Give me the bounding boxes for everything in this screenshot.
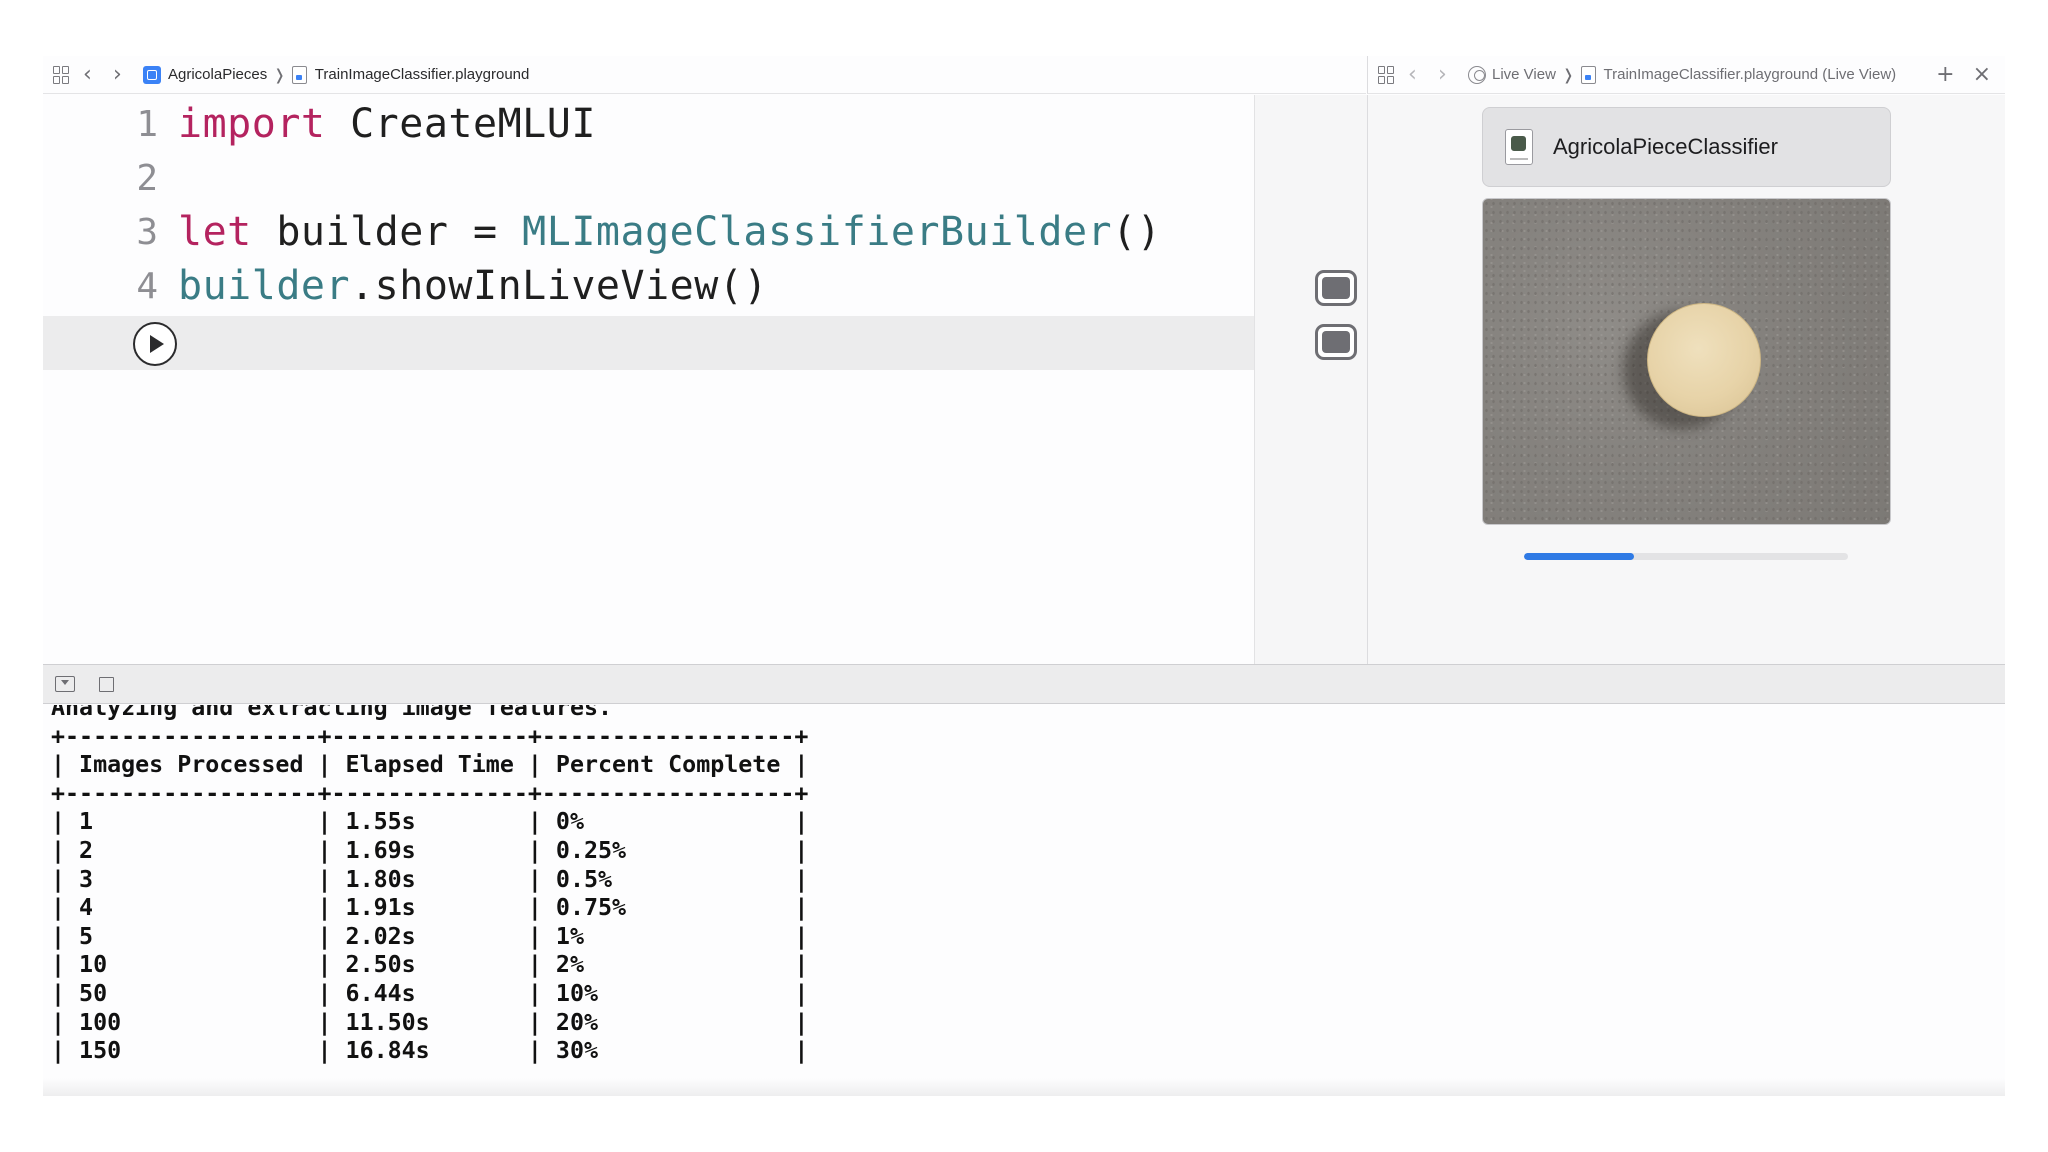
back-chevron-icon[interactable]: ‹	[83, 63, 103, 85]
code-token-keyword: let	[178, 209, 252, 255]
close-editor-icon[interactable]: ×	[1973, 64, 1991, 86]
console-status-line: Analyzing and extracting image features.	[51, 705, 613, 721]
console-table-line: | 150 | 16.84s | 30% |	[51, 1037, 809, 1065]
model-name: AgricolaPieceClassifier	[1553, 134, 1778, 159]
console-toggle-icon[interactable]	[99, 676, 114, 692]
breadcrumb-file[interactable]: TrainImageClassifier.playground	[291, 65, 530, 84]
console-table-line: +------------------+--------------+-----…	[51, 722, 809, 750]
project-icon	[143, 65, 161, 84]
training-progress-bar	[1524, 553, 1848, 560]
wooden-game-piece	[1647, 303, 1761, 417]
related-items-grid-icon[interactable]	[1378, 65, 1396, 84]
console-table-line: | 50 | 6.44s | 10% |	[51, 979, 809, 1007]
result-view-icon	[1322, 277, 1350, 299]
xcode-playground-window: ‹ › AgricolaPieces ❭ TrainImageClassifie…	[43, 56, 2005, 1096]
editor-jump-bar: ‹ › AgricolaPieces ❭ TrainImageClassifie…	[43, 56, 1366, 94]
related-items-grid-icon[interactable]	[53, 65, 71, 84]
run-playground-button[interactable]	[133, 322, 177, 366]
current-line-run-row	[43, 316, 1254, 370]
breadcrumb-separator-icon: ❭	[273, 65, 286, 84]
forward-chevron-icon[interactable]: ›	[1438, 63, 1458, 85]
quick-look-result-button[interactable]	[1315, 324, 1357, 360]
console-table-line: | 10 | 2.50s | 2% |	[51, 951, 809, 979]
code-token: ()	[1112, 209, 1162, 255]
code-text: import CreateMLUI	[178, 101, 596, 147]
code-token: builder =	[251, 209, 523, 255]
code-token: CreateMLUI	[325, 101, 596, 147]
breadcrumb-live-view-file[interactable]: TrainImageClassifier.playground (Live Vi…	[1580, 65, 1897, 84]
code-line[interactable]: 1 import CreateMLUI	[43, 97, 1254, 151]
hide-debug-area-icon[interactable]	[55, 676, 75, 692]
breadcrumb-file-label: TrainImageClassifier.playground	[314, 66, 530, 83]
breadcrumb-project[interactable]: AgricolaPieces	[143, 65, 268, 84]
forward-chevron-icon[interactable]: ›	[113, 63, 133, 85]
back-chevron-icon[interactable]: ‹	[1408, 63, 1428, 85]
console-table-line: | 2 | 1.69s | 0.25% |	[51, 836, 809, 864]
breadcrumb-separator-icon: ❭	[1561, 65, 1575, 84]
code-text: builder.showInLiveView()	[178, 263, 768, 309]
source-editor[interactable]: 1 import CreateMLUI 2 3 let builder = ML…	[43, 95, 1254, 664]
live-view-icon	[1468, 65, 1486, 84]
training-image-preview	[1482, 198, 1891, 525]
playground-file-icon	[1580, 65, 1596, 84]
console-output[interactable]: Analyzing and extracting image features.…	[43, 705, 2005, 1096]
console-table-line: | 3 | 1.80s | 0.5% |	[51, 865, 809, 893]
live-view-panel: AgricolaPieceClassifier	[1367, 95, 2005, 664]
results-sidebar	[1254, 95, 1367, 664]
breadcrumb-live-view-file-label: TrainImageClassifier.playground (Live Vi…	[1603, 66, 1897, 83]
training-progress-fill	[1524, 553, 1635, 560]
live-view-jump-bar: ‹ › Live View ❭ TrainImageClassifier.pla…	[1367, 56, 2005, 94]
result-view-icon	[1322, 331, 1350, 353]
code-token: .showInLiveView()	[350, 263, 768, 309]
console-table-line: | 1 | 1.55s | 0% |	[51, 808, 809, 836]
line-number: 1	[136, 103, 158, 145]
code-token-keyword: import	[178, 101, 326, 147]
console-table-line: | Images Processed | Elapsed Time | Perc…	[51, 751, 809, 779]
console-table-line: | 4 | 1.91s | 0.75% |	[51, 894, 809, 922]
code-text: let builder = MLImageClassifierBuilder()	[178, 209, 1161, 255]
breadcrumb-live-view-label: Live View	[1492, 66, 1556, 83]
console-table-line: | 100 | 11.50s | 20% |	[51, 1008, 809, 1036]
line-number: 3	[136, 211, 158, 253]
playground-file-icon	[291, 65, 307, 84]
code-line[interactable]: 2	[43, 151, 1254, 205]
breadcrumb-project-label: AgricolaPieces	[168, 66, 268, 83]
console-table-line: | 5 | 2.02s | 1% |	[51, 922, 809, 950]
mlmodel-file-icon	[1505, 129, 1533, 165]
console-table-line: +------------------+--------------+-----…	[51, 779, 809, 807]
debug-area-bar	[43, 664, 2005, 704]
code-line[interactable]: 4 builder.showInLiveView()	[43, 259, 1254, 313]
breadcrumb-live-view[interactable]: Live View	[1468, 65, 1556, 84]
code-token-type: MLImageClassifierBuilder	[522, 209, 1113, 255]
quick-look-result-button[interactable]	[1315, 270, 1357, 306]
line-number: 2	[136, 157, 158, 199]
code-line[interactable]: 3 let builder = MLImageClassifierBuilder…	[43, 205, 1254, 259]
add-editor-plus-icon[interactable]: +	[1936, 64, 1954, 86]
line-number: 4	[136, 265, 158, 307]
console-text: Analyzing and extracting image features.…	[51, 705, 808, 1066]
model-card[interactable]: AgricolaPieceClassifier	[1482, 107, 1891, 187]
code-token-identifier: builder	[178, 263, 351, 309]
